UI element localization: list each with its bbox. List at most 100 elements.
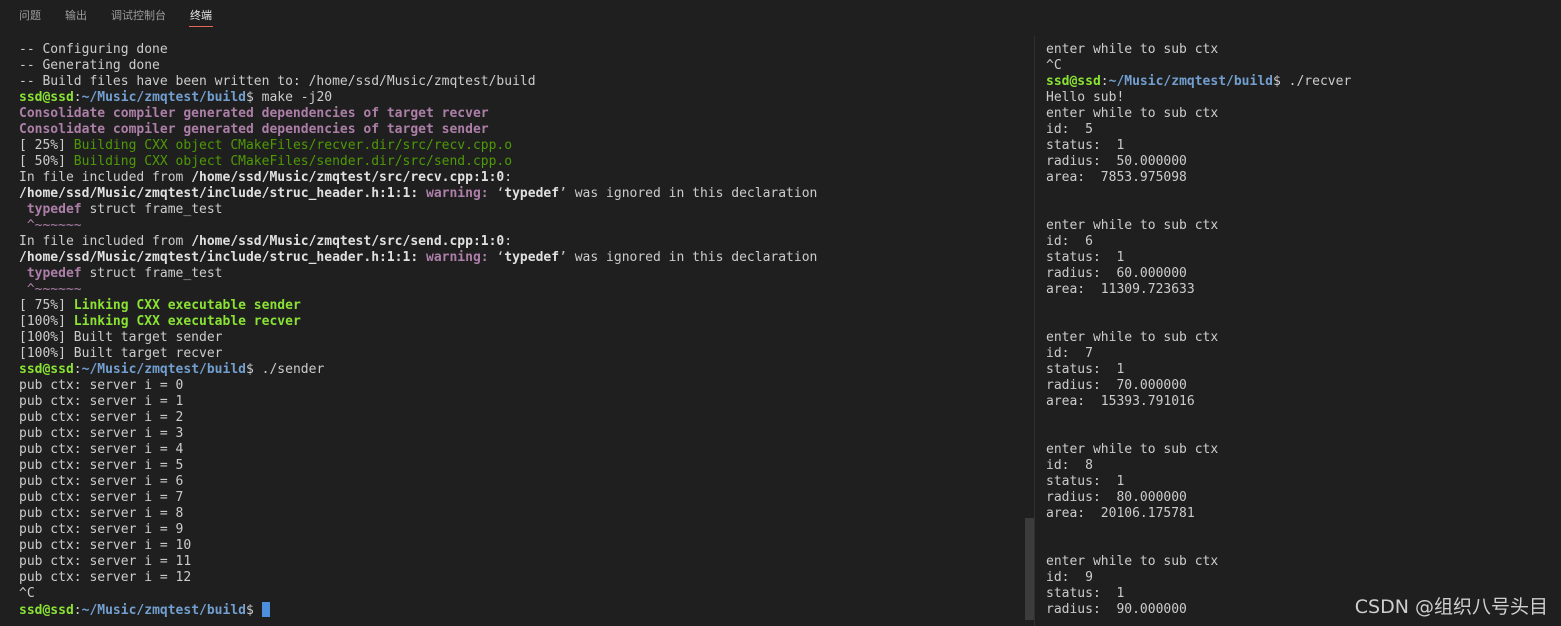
terminal-right[interactable]: enter while to sub ctx ^C ssd@ssd:~/Music/… [1046,42,1546,626]
terminal-line: id: 9 [1046,570,1546,586]
terminal-text: [ 25%] [19,138,74,153]
terminal-line: id: 5 [1046,122,1546,138]
terminal-text: id: 6 [1046,234,1093,249]
terminal-text: id: 7 [1046,346,1093,361]
terminal-line: ssd@ssd:~/Music/zmqtest/build$ ./sender [19,362,1019,378]
terminal-text: In file included from [19,234,192,249]
tab-output[interactable]: 输出 [65,7,87,23]
terminal-line: pub ctx: server i = 0 [19,378,1019,394]
terminal-line: area: 15393.791016 [1046,394,1546,410]
terminal-text: id: 5 [1046,122,1093,137]
terminal-text: typedef [504,186,560,201]
terminal-text: pub ctx: server i = 7 [19,490,184,505]
terminal-scrollbar[interactable] [1025,518,1034,620]
terminal-line: enter while to sub ctx [1046,42,1546,58]
terminal-text: : [1100,74,1109,89]
terminal-left[interactable]: -- Configuring done -- Generating done -- … [19,42,1019,626]
terminal-text: status: 1 [1046,586,1125,601]
terminal-text: /home/ssd/Music/zmqtest/src/send.cpp:1:0 [191,234,505,249]
terminal-text: radius: 80.000000 [1046,490,1187,505]
terminal-line: pub ctx: server i = 9 [19,522,1019,538]
terminal-line: status: 1 [1046,250,1546,266]
terminal-line: pub ctx: server i = 4 [19,442,1019,458]
terminal-text: radius: 90.000000 [1046,602,1187,617]
terminal-text: enter while to sub ctx [1046,106,1219,121]
terminal-text: : [73,362,82,377]
terminal-line: [100%] Built target sender [19,330,1019,346]
tab-problems[interactable]: 问题 [19,7,41,23]
terminal-text: enter while to sub ctx [1046,42,1219,57]
terminal-line: area: 11309.723633 [1046,282,1546,298]
terminal-line: id: 7 [1046,346,1546,362]
terminal-text: Linking CXX executable recver [73,314,301,329]
terminal-text: pub ctx: server i = 4 [19,442,184,457]
terminal-text: ssd@ssd [19,90,74,105]
terminal-text: ssd@ssd [19,362,74,377]
terminal-line: status: 1 [1046,362,1546,378]
terminal-text: $ ./recver [1273,74,1352,89]
terminal-line: id: 8 [1046,458,1546,474]
terminal-line: area: 20106.175781 [1046,506,1546,522]
terminal-text: struct frame_test [81,202,223,217]
terminal-text: ssd@ssd [1046,74,1101,89]
terminal-text: pub ctx: server i = 2 [19,410,184,425]
terminal-line: -- Generating done [19,58,1019,74]
terminal-text: typedef [26,202,82,217]
terminal-text: pub ctx: server i = 1 [19,394,184,409]
tab-terminal[interactable]: 终端 [189,7,213,27]
terminal-line: Consolidate compiler generated dependenc… [19,122,1019,138]
terminal-text: : [73,603,82,618]
terminal-line: enter while to sub ctx [1046,554,1546,570]
terminal-text: warning: [426,250,489,265]
terminal-line: ssd@ssd:~/Music/zmqtest/build$ make -j20 [19,90,1019,106]
terminal-line: [100%] Linking CXX executable recver [19,314,1019,330]
terminal-text: typedef [26,266,82,281]
terminal-text: [ 75%] [19,298,74,313]
terminal-text: ^C [19,586,35,601]
terminal-text: enter while to sub ctx [1046,442,1219,457]
watermark: CSDN @组织八号头目 [1354,596,1548,618]
terminal-text: pub ctx: server i = 6 [19,474,184,489]
terminal-line: ^~~~~~~ [19,218,1019,234]
terminal-text: -- Generating done [19,58,160,73]
terminal-text: ’ was ignored in this declaration [559,250,818,265]
terminal-text: ‘ [488,186,505,201]
terminal-text: : [504,234,513,249]
terminal-line: ^C [1046,58,1546,74]
terminal-text: Hello sub! [1046,90,1125,105]
terminal-line: status: 1 [1046,474,1546,490]
terminal-text: Building CXX object CMakeFiles/sender.di… [73,154,513,169]
terminal-text: pub ctx: server i = 9 [19,522,184,537]
terminal-line: Hello sub! [1046,90,1546,106]
terminal-text: /home/ssd/Music/zmqtest/src/recv.cpp:1:0 [191,170,505,185]
split-divider[interactable] [1034,36,1035,626]
terminal-text: /home/ssd/Music/zmqtest/include/struc_he… [19,186,419,201]
terminal-line: radius: 60.000000 [1046,266,1546,282]
terminal-text: area: 15393.791016 [1046,394,1195,409]
terminal-text: status: 1 [1046,250,1125,265]
tab-debug-console[interactable]: 调试控制台 [111,7,166,23]
terminal-text: Consolidate compiler generated dependenc… [19,106,489,121]
terminal-text: ~/Music/zmqtest/build [81,362,246,377]
terminal-text: radius: 70.000000 [1046,378,1187,393]
terminal-line: [ 50%] Building CXX object CMakeFiles/se… [19,154,1019,170]
terminal-text: : [73,90,82,105]
terminal-text: enter while to sub ctx [1046,554,1219,569]
terminal-line: typedef struct frame_test [19,202,1019,218]
terminal-text: ’ was ignored in this declaration [559,186,818,201]
terminal-text: [ 50%] [19,154,74,169]
terminal-line: enter while to sub ctx [1046,106,1546,122]
terminal-text: area: 11309.723633 [1046,282,1195,297]
terminal-line: [ 75%] Linking CXX executable sender [19,298,1019,314]
terminal-text: ~/Music/zmqtest/build [1108,74,1273,89]
terminal-text: pub ctx: server i = 5 [19,458,184,473]
terminal-text: In file included from [19,170,192,185]
terminal-text: pub ctx: server i = 10 [19,538,192,553]
